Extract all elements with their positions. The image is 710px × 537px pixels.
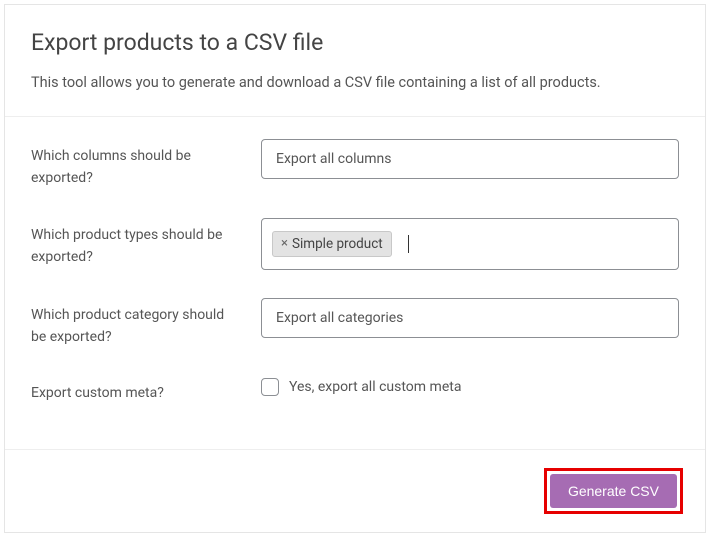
- category-select[interactable]: Export all categories: [261, 298, 679, 338]
- category-control: Export all categories: [261, 298, 679, 338]
- page-description: This tool allows you to generate and dow…: [31, 72, 679, 94]
- page-title: Export products to a CSV file: [31, 29, 679, 56]
- columns-control: Export all columns: [261, 139, 679, 179]
- product-type-tag[interactable]: × Simple product: [272, 231, 392, 257]
- generate-csv-button[interactable]: Generate CSV: [550, 474, 677, 508]
- category-label: Which product category should be exporte…: [31, 298, 261, 349]
- columns-label: Which columns should be exported?: [31, 139, 261, 190]
- panel-footer: Generate CSV: [5, 449, 705, 532]
- input-cursor: [408, 235, 409, 253]
- columns-row: Which columns should be exported? Export…: [31, 139, 679, 190]
- category-placeholder: Export all categories: [276, 310, 403, 326]
- custom-meta-control: Yes, export all custom meta: [261, 376, 679, 396]
- custom-meta-row: Export custom meta? Yes, export all cust…: [31, 376, 679, 404]
- product-types-select[interactable]: × Simple product: [261, 218, 679, 270]
- custom-meta-checkbox-label: Yes, export all custom meta: [289, 379, 461, 395]
- form-section: Which columns should be exported? Export…: [5, 117, 705, 443]
- close-icon[interactable]: ×: [281, 236, 288, 251]
- custom-meta-checkbox[interactable]: [261, 378, 279, 396]
- product-types-label: Which product types should be exported?: [31, 218, 261, 269]
- columns-select[interactable]: Export all columns: [261, 139, 679, 179]
- custom-meta-checkbox-row: Yes, export all custom meta: [261, 376, 679, 396]
- category-row: Which product category should be exporte…: [31, 298, 679, 349]
- panel-header: Export products to a CSV file This tool …: [5, 5, 705, 116]
- product-types-control: × Simple product: [261, 218, 679, 270]
- export-panel: Export products to a CSV file This tool …: [4, 4, 706, 533]
- columns-placeholder: Export all columns: [276, 151, 391, 167]
- product-type-tag-label: Simple product: [292, 236, 383, 252]
- custom-meta-label: Export custom meta?: [31, 376, 261, 404]
- product-types-row: Which product types should be exported? …: [31, 218, 679, 270]
- button-highlight: Generate CSV: [544, 468, 683, 514]
